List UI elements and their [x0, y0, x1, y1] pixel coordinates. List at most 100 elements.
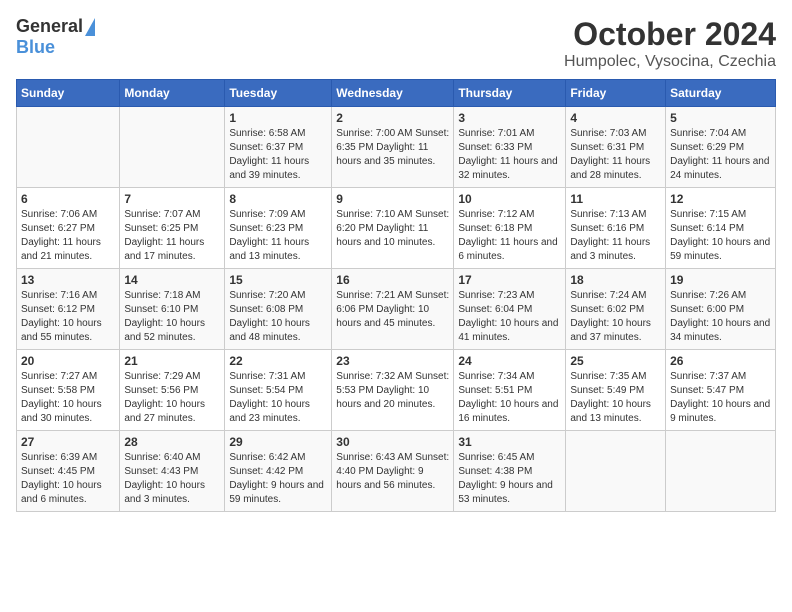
day-number: 28	[124, 435, 220, 449]
page-title: October 2024	[564, 16, 776, 53]
day-info: Sunrise: 7:07 AM Sunset: 6:25 PM Dayligh…	[124, 208, 220, 264]
calendar-cell: 2 Sunrise: 7:00 AM Sunset: 6:35 PM Daylig…	[332, 107, 454, 188]
day-number: 21	[124, 354, 220, 368]
day-info: Sunrise: 7:34 AM Sunset: 5:51 PM Dayligh…	[458, 370, 561, 426]
day-number: 20	[21, 354, 115, 368]
day-info: Sunrise: 7:23 AM Sunset: 6:04 PM Dayligh…	[458, 289, 561, 345]
calendar-week-row: 27 Sunrise: 6:39 AM Sunset: 4:45 PM Dayli…	[17, 431, 776, 512]
day-number: 9	[336, 192, 449, 206]
day-info: Sunrise: 7:37 AM Sunset: 5:47 PM Dayligh…	[670, 370, 771, 426]
day-number: 13	[21, 273, 115, 287]
day-info: Sunrise: 7:01 AM Sunset: 6:33 PM Dayligh…	[458, 127, 561, 183]
day-info: Sunrise: 7:04 AM Sunset: 6:29 PM Dayligh…	[670, 127, 771, 183]
calendar-cell	[120, 107, 225, 188]
header-cell-thursday: Thursday	[454, 80, 566, 107]
day-info: Sunrise: 7:21 AM Sunset: 6:06 PM Dayligh…	[336, 289, 449, 331]
day-info: Sunrise: 6:43 AM Sunset: 4:40 PM Dayligh…	[336, 451, 449, 493]
day-info: Sunrise: 6:45 AM Sunset: 4:38 PM Dayligh…	[458, 451, 561, 507]
day-info: Sunrise: 7:15 AM Sunset: 6:14 PM Dayligh…	[670, 208, 771, 264]
calendar-cell	[666, 431, 776, 512]
calendar-cell: 14Sunrise: 7:18 AM Sunset: 6:10 PM Dayli…	[120, 269, 225, 350]
calendar-week-row: 13 Sunrise: 7:16 AM Sunset: 6:12 PM Dayli…	[17, 269, 776, 350]
day-number: 12	[670, 192, 771, 206]
calendar-cell: 26 Sunrise: 7:37 AM Sunset: 5:47 PM Dayli…	[666, 350, 776, 431]
day-number: 17	[458, 273, 561, 287]
calendar-cell: 7 Sunrise: 7:07 AM Sunset: 6:25 PM Daylig…	[120, 188, 225, 269]
day-info: Sunrise: 7:18 AM Sunset: 6:10 PM Dayligh…	[124, 289, 220, 345]
day-info: Sunrise: 7:32 AM Sunset: 5:53 PM Dayligh…	[336, 370, 449, 412]
calendar-table: SundayMondayTuesdayWednesdayThursdayFrid…	[16, 79, 776, 512]
day-info: Sunrise: 6:58 AM Sunset: 6:37 PM Dayligh…	[229, 127, 327, 183]
calendar-cell: 3 Sunrise: 7:01 AM Sunset: 6:33 PM Daylig…	[454, 107, 566, 188]
day-number: 4	[570, 111, 661, 125]
day-number: 26	[670, 354, 771, 368]
day-info: Sunrise: 7:16 AM Sunset: 6:12 PM Dayligh…	[21, 289, 115, 345]
day-info: Sunrise: 7:03 AM Sunset: 6:31 PM Dayligh…	[570, 127, 661, 183]
calendar-cell: 5Sunrise: 7:04 AM Sunset: 6:29 PM Daylig…	[666, 107, 776, 188]
day-info: Sunrise: 6:40 AM Sunset: 4:43 PM Dayligh…	[124, 451, 220, 507]
logo: General Blue	[16, 16, 95, 58]
calendar-cell	[566, 431, 666, 512]
day-number: 22	[229, 354, 327, 368]
day-number: 23	[336, 354, 449, 368]
calendar-cell: 1Sunrise: 6:58 AM Sunset: 6:37 PM Daylig…	[225, 107, 332, 188]
calendar-cell: 21Sunrise: 7:29 AM Sunset: 5:56 PM Dayli…	[120, 350, 225, 431]
logo-triangle-icon	[85, 18, 95, 36]
calendar-cell: 8Sunrise: 7:09 AM Sunset: 6:23 PM Daylig…	[225, 188, 332, 269]
calendar-cell: 30 Sunrise: 6:43 AM Sunset: 4:40 PM Dayli…	[332, 431, 454, 512]
calendar-cell: 6Sunrise: 7:06 AM Sunset: 6:27 PM Daylig…	[17, 188, 120, 269]
day-number: 15	[229, 273, 327, 287]
calendar-week-row: 20Sunrise: 7:27 AM Sunset: 5:58 PM Dayli…	[17, 350, 776, 431]
day-number: 18	[570, 273, 661, 287]
day-number: 2	[336, 111, 449, 125]
calendar-cell: 28 Sunrise: 6:40 AM Sunset: 4:43 PM Dayli…	[120, 431, 225, 512]
page-header: General Blue October 2024 Humpolec, Vyso…	[16, 16, 776, 71]
calendar-cell: 23 Sunrise: 7:32 AM Sunset: 5:53 PM Dayli…	[332, 350, 454, 431]
day-number: 8	[229, 192, 327, 206]
calendar-cell: 15 Sunrise: 7:20 AM Sunset: 6:08 PM Dayli…	[225, 269, 332, 350]
calendar-cell: 13 Sunrise: 7:16 AM Sunset: 6:12 PM Dayli…	[17, 269, 120, 350]
day-number: 10	[458, 192, 561, 206]
day-number: 6	[21, 192, 115, 206]
day-number: 29	[229, 435, 327, 449]
day-info: Sunrise: 6:39 AM Sunset: 4:45 PM Dayligh…	[21, 451, 115, 507]
header-cell-friday: Friday	[566, 80, 666, 107]
calendar-cell: 12 Sunrise: 7:15 AM Sunset: 6:14 PM Dayli…	[666, 188, 776, 269]
day-info: Sunrise: 7:20 AM Sunset: 6:08 PM Dayligh…	[229, 289, 327, 345]
header-cell-tuesday: Tuesday	[225, 80, 332, 107]
calendar-week-row: 6Sunrise: 7:06 AM Sunset: 6:27 PM Daylig…	[17, 188, 776, 269]
calendar-cell: 19Sunrise: 7:26 AM Sunset: 6:00 PM Dayli…	[666, 269, 776, 350]
calendar-cell: 22Sunrise: 7:31 AM Sunset: 5:54 PM Dayli…	[225, 350, 332, 431]
calendar-cell: 25 Sunrise: 7:35 AM Sunset: 5:49 PM Dayli…	[566, 350, 666, 431]
header-cell-wednesday: Wednesday	[332, 80, 454, 107]
calendar-cell: 4 Sunrise: 7:03 AM Sunset: 6:31 PM Daylig…	[566, 107, 666, 188]
calendar-cell: 20Sunrise: 7:27 AM Sunset: 5:58 PM Dayli…	[17, 350, 120, 431]
day-number: 7	[124, 192, 220, 206]
header-cell-sunday: Sunday	[17, 80, 120, 107]
day-number: 25	[570, 354, 661, 368]
day-number: 30	[336, 435, 449, 449]
day-number: 31	[458, 435, 561, 449]
calendar-cell	[17, 107, 120, 188]
calendar-header-row: SundayMondayTuesdayWednesdayThursdayFrid…	[17, 80, 776, 107]
day-number: 27	[21, 435, 115, 449]
calendar-cell: 16 Sunrise: 7:21 AM Sunset: 6:06 PM Dayli…	[332, 269, 454, 350]
calendar-week-row: 1Sunrise: 6:58 AM Sunset: 6:37 PM Daylig…	[17, 107, 776, 188]
calendar-cell: 24Sunrise: 7:34 AM Sunset: 5:51 PM Dayli…	[454, 350, 566, 431]
day-number: 3	[458, 111, 561, 125]
day-number: 16	[336, 273, 449, 287]
day-info: Sunrise: 7:35 AM Sunset: 5:49 PM Dayligh…	[570, 370, 661, 426]
logo-blue-text: Blue	[16, 37, 55, 58]
day-number: 11	[570, 192, 661, 206]
calendar-cell: 27 Sunrise: 6:39 AM Sunset: 4:45 PM Dayli…	[17, 431, 120, 512]
day-number: 19	[670, 273, 771, 287]
page-subtitle: Humpolec, Vysocina, Czechia	[564, 53, 776, 71]
day-info: Sunrise: 7:24 AM Sunset: 6:02 PM Dayligh…	[570, 289, 661, 345]
title-block: October 2024 Humpolec, Vysocina, Czechia	[564, 16, 776, 71]
calendar-cell: 9Sunrise: 7:10 AM Sunset: 6:20 PM Daylig…	[332, 188, 454, 269]
calendar-cell: 31 Sunrise: 6:45 AM Sunset: 4:38 PM Dayli…	[454, 431, 566, 512]
calendar-cell: 29Sunrise: 6:42 AM Sunset: 4:42 PM Dayli…	[225, 431, 332, 512]
day-info: Sunrise: 7:00 AM Sunset: 6:35 PM Dayligh…	[336, 127, 449, 169]
header-cell-saturday: Saturday	[666, 80, 776, 107]
day-info: Sunrise: 7:13 AM Sunset: 6:16 PM Dayligh…	[570, 208, 661, 264]
